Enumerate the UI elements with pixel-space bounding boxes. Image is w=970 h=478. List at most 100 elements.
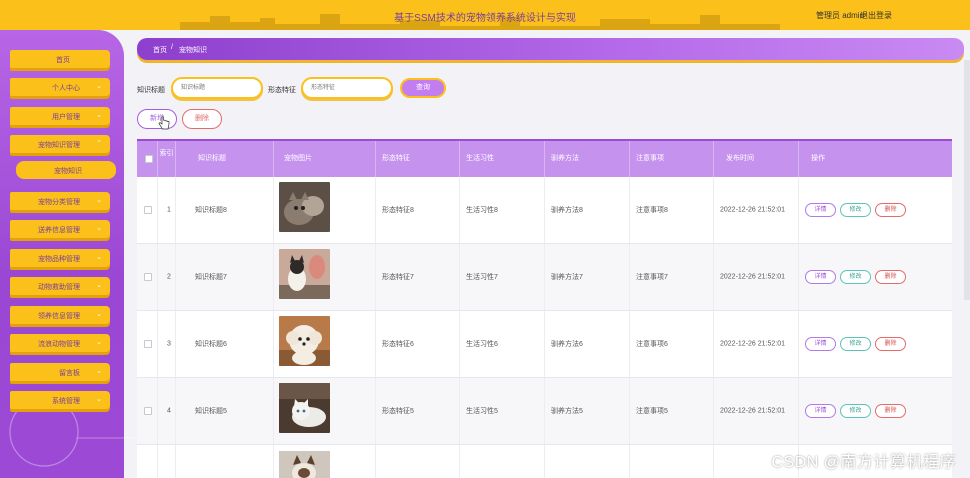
chevron-down-icon: ⌄: [96, 282, 102, 289]
header-habits: 生活习性: [460, 141, 545, 177]
row-form: 形态特征7: [382, 274, 414, 281]
detail-button[interactable]: 详情: [805, 337, 836, 351]
row-note: 注意事项6: [636, 341, 668, 348]
sidebar-item-label: 领养信息管理: [38, 313, 80, 320]
detail-button[interactable]: 详情: [805, 404, 836, 418]
sidebar-item-stray-animal-management[interactable]: 流浪动物管理 ⌄: [10, 334, 110, 352]
sidebar-item-label: 送养信息管理: [38, 227, 80, 234]
page-scrollbar[interactable]: [964, 60, 970, 300]
sidebar-item-label: 首页: [56, 57, 70, 64]
pet-image: [279, 316, 330, 366]
breadcrumb-current: 宠物知识: [179, 47, 207, 54]
row-form: 形态特征8: [382, 207, 414, 214]
sidebar-item-rehoming-info-management[interactable]: 送养信息管理 ⌄: [10, 220, 110, 238]
chevron-down-icon: ⌄: [96, 339, 102, 346]
sidebar-item-label: 宠物知识: [54, 168, 82, 175]
edit-button[interactable]: 修改: [840, 337, 871, 351]
row-index: 4: [167, 407, 171, 415]
pet-image: [279, 182, 330, 232]
detail-button[interactable]: 详情: [805, 203, 836, 217]
row-note: 注意事项7: [636, 274, 668, 281]
row-title: 知识标题6: [195, 341, 227, 348]
header-publish-time: 发布时间: [714, 141, 799, 177]
sidebar-item-pet-breed-management[interactable]: 宠物品种管理 ⌄: [10, 249, 110, 267]
breadcrumb: 首页 / 宠物知识: [137, 38, 964, 60]
sidebar-item-message-board[interactable]: 留言板 ⌄: [10, 363, 110, 381]
row-checkbox[interactable]: [144, 340, 152, 348]
top-bar: 基于SSM技术的宠物领养系统设计与实现 管理员 admin 退出登录: [0, 0, 970, 30]
delete-button[interactable]: 删除: [875, 203, 906, 217]
row-index: 1: [167, 206, 171, 214]
search-title-input[interactable]: [171, 77, 263, 99]
row-publish-time: 2022-12-26 21:52:01: [720, 273, 785, 281]
pet-image: [279, 249, 330, 299]
row-form: 形态特征5: [382, 408, 414, 415]
row-form: 形态特征6: [382, 341, 414, 348]
row-note: 注意事项5: [636, 408, 668, 415]
chevron-down-icon: ⌄: [96, 225, 102, 232]
sidebar-item-label: 系统管理: [52, 398, 80, 405]
detail-button[interactable]: 详情: [805, 270, 836, 284]
logout-link[interactable]: 退出登录: [860, 10, 892, 21]
chevron-up-icon: ⌃: [96, 140, 102, 147]
header-index: 索引: [158, 141, 176, 177]
sidebar-item-adoption-info-management[interactable]: 领养信息管理 ⌄: [10, 306, 110, 324]
sidebar-subitem-pet-knowledge[interactable]: 宠物知识: [16, 161, 116, 179]
sidebar-item-pet-knowledge-management[interactable]: 宠物知识管理 ⌃: [10, 135, 110, 153]
row-method: 驯养方法7: [551, 274, 583, 281]
row-publish-time: 2022-12-26 21:52:01: [720, 407, 785, 415]
chevron-down-icon: ⌄: [96, 254, 102, 261]
header-training-method: 驯养方法: [545, 141, 630, 177]
edit-button[interactable]: 修改: [840, 270, 871, 284]
edit-button[interactable]: 修改: [840, 404, 871, 418]
chevron-down-icon: ⌄: [96, 311, 102, 318]
header-form-features: 形态特征: [376, 141, 460, 177]
row-title: 知识标题8: [195, 207, 227, 214]
row-method: 驯养方法5: [551, 408, 583, 415]
table-row: 4 知识标题5 形态特征5 生活习性5 驯养方法5 注意事项5 2022-12-…: [137, 378, 952, 445]
row-checkbox[interactable]: [144, 206, 152, 214]
row-method: 驯养方法6: [551, 341, 583, 348]
row-index: 2: [167, 273, 171, 281]
sidebar-item-pet-category-management[interactable]: 宠物分类管理 ⌄: [10, 192, 110, 210]
row-checkbox[interactable]: [144, 407, 152, 415]
chevron-down-icon: ⌄: [96, 83, 102, 90]
search-form-label: 形态特征: [268, 87, 296, 94]
search-title-label: 知识标题: [137, 87, 165, 94]
search-form-input[interactable]: [301, 77, 393, 99]
delete-button[interactable]: 删除: [875, 404, 906, 418]
sidebar-item-label: 宠物品种管理: [38, 256, 80, 263]
add-button[interactable]: 新增: [137, 109, 177, 129]
delete-button[interactable]: 删除: [875, 270, 906, 284]
sidebar-item-label: 宠物分类管理: [38, 199, 80, 206]
header-select-all[interactable]: [137, 141, 158, 177]
sidebar-item-label: 动物救助管理: [38, 284, 80, 291]
sidebar-item-personal-center[interactable]: 个人中心 ⌄: [10, 78, 110, 96]
row-habit: 生活习性6: [466, 341, 498, 348]
chevron-down-icon: ⌄: [96, 368, 102, 375]
sidebar-item-label: 个人中心: [52, 85, 80, 92]
pet-image: [279, 451, 330, 478]
batch-delete-button[interactable]: 删除: [182, 109, 222, 129]
breadcrumb-home[interactable]: 首页: [153, 45, 167, 55]
header-operations: 操作: [811, 155, 825, 162]
sidebar-item-label: 流浪动物管理: [38, 341, 80, 348]
sidebar-item-animal-rescue-management[interactable]: 动物救助管理 ⌄: [10, 277, 110, 295]
row-habit: 生活习性5: [466, 408, 498, 415]
sidebar-item-home[interactable]: 首页: [10, 50, 110, 68]
sidebar-item-system-management[interactable]: 系统管理 ⌄: [10, 391, 110, 409]
row-checkbox[interactable]: [144, 273, 152, 281]
select-all-checkbox[interactable]: [145, 155, 153, 163]
chevron-down-icon: ⌄: [96, 396, 102, 403]
edit-button[interactable]: 修改: [840, 203, 871, 217]
query-button[interactable]: 查询: [400, 78, 446, 98]
delete-button[interactable]: 删除: [875, 337, 906, 351]
sidebar-item-user-management[interactable]: 用户管理 ⌄: [10, 107, 110, 125]
row-habit: 生活习性7: [466, 274, 498, 281]
table-header: 索引 知识标题 宠物图片 形态特征 生活习性 驯养方法 注意事项 发布时间 操作: [137, 139, 952, 177]
row-habit: 生活习性8: [466, 207, 498, 214]
sidebar-item-label: 宠物知识管理: [38, 142, 80, 149]
row-method: 驯养方法8: [551, 207, 583, 214]
watermark: CSDN @南方计算机程序: [771, 454, 956, 471]
row-index: 3: [167, 340, 171, 348]
